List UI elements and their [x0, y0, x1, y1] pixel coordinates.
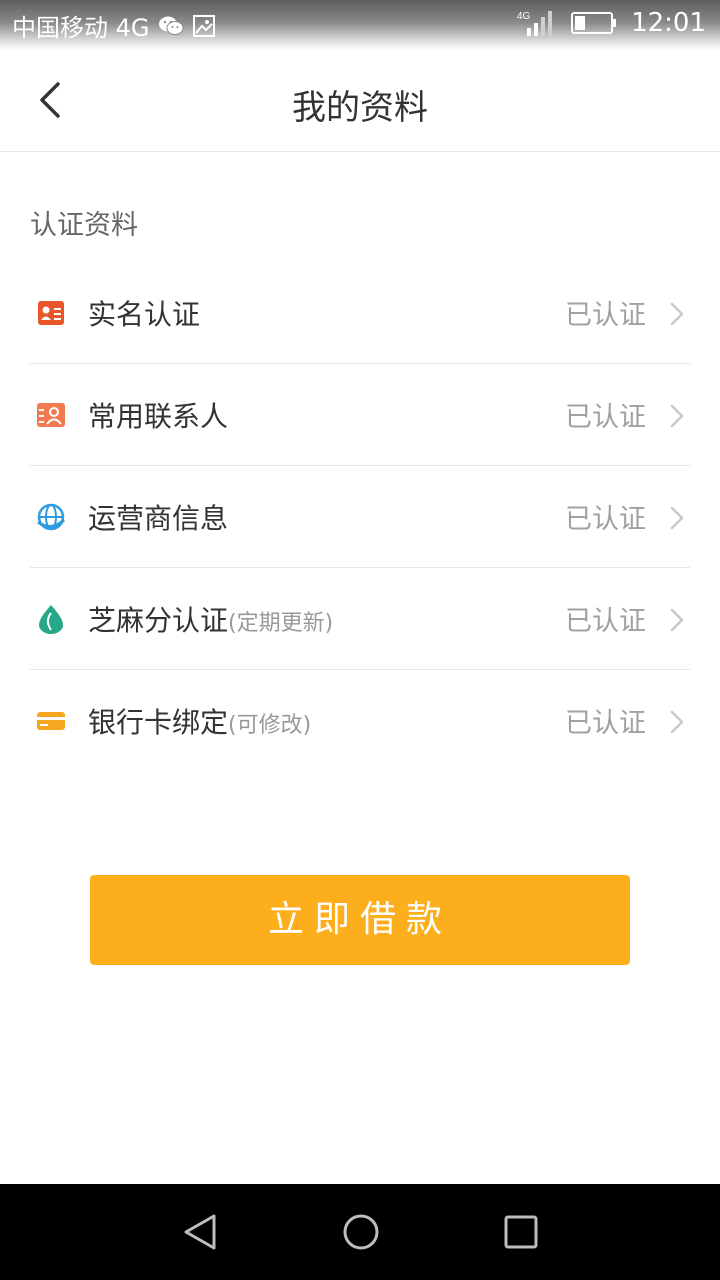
signal-icon: 4G: [517, 8, 557, 38]
list-item-real-name[interactable]: 实名认证 已认证: [30, 262, 690, 364]
status-text: 已认证: [565, 708, 646, 739]
item-note: (定期更新): [228, 610, 334, 636]
carrier-label: 中国移动 4G: [12, 14, 150, 42]
square-recents-icon: [504, 1215, 538, 1249]
item-label: 常用联系人: [88, 399, 229, 433]
id-card-icon: [34, 296, 68, 330]
item-label: 实名认证: [88, 297, 201, 331]
status-bar-right: 4G 12:01: [517, 8, 706, 38]
globe-icon: [34, 500, 68, 534]
chevron-right-icon: [670, 608, 684, 632]
status-bar: 中国移动 4G 4G 12:01: [0, 0, 720, 50]
status-text: 已认证: [565, 402, 646, 433]
system-nav-bar: [0, 1184, 720, 1280]
status-bar-left: 中国移动 4G: [12, 8, 216, 43]
chevron-right-icon: [670, 710, 684, 734]
borrow-now-button[interactable]: 立即借款: [90, 875, 630, 965]
list-item-carrier[interactable]: 运营商信息 已认证: [30, 466, 690, 568]
clock: 12:01: [631, 8, 706, 38]
triangle-back-icon: [184, 1214, 216, 1250]
wechat-icon: [158, 15, 184, 37]
status-text: 已认证: [565, 504, 646, 535]
item-note: (可修改): [228, 712, 312, 738]
status-text: 已认证: [565, 606, 646, 637]
net-type-label: 4G: [517, 11, 531, 22]
item-label: 银行卡绑定(可修改): [88, 705, 312, 739]
app-header: 我的资料: [0, 50, 720, 152]
circle-home-icon: [343, 1214, 379, 1250]
nav-back-button[interactable]: [180, 1212, 220, 1252]
chevron-right-icon: [670, 506, 684, 530]
bank-card-icon: [34, 704, 68, 738]
section-title: 认证资料: [30, 210, 138, 241]
nav-recents-button[interactable]: [501, 1212, 541, 1252]
status-text: 已认证: [565, 300, 646, 331]
list-item-bank-card[interactable]: 银行卡绑定(可修改) 已认证: [30, 670, 690, 771]
chevron-right-icon: [670, 404, 684, 428]
battery-icon: [571, 10, 617, 36]
item-label: 运营商信息: [88, 501, 229, 535]
list-item-sesame[interactable]: 芝麻分认证(定期更新) 已认证: [30, 568, 690, 670]
item-label: 芝麻分认证(定期更新): [88, 603, 334, 637]
nav-home-button[interactable]: [341, 1212, 381, 1252]
sesame-icon: [34, 602, 68, 636]
list-item-contacts[interactable]: 常用联系人 已认证: [30, 364, 690, 466]
page-title: 我的资料: [292, 88, 428, 128]
verification-list: 实名认证 已认证 常用联系人 已认证 运营商信息 已认证 芝麻分认证(定期更新)…: [30, 262, 690, 771]
chevron-right-icon: [670, 302, 684, 326]
contacts-icon: [34, 398, 68, 432]
image-icon: [192, 14, 216, 38]
